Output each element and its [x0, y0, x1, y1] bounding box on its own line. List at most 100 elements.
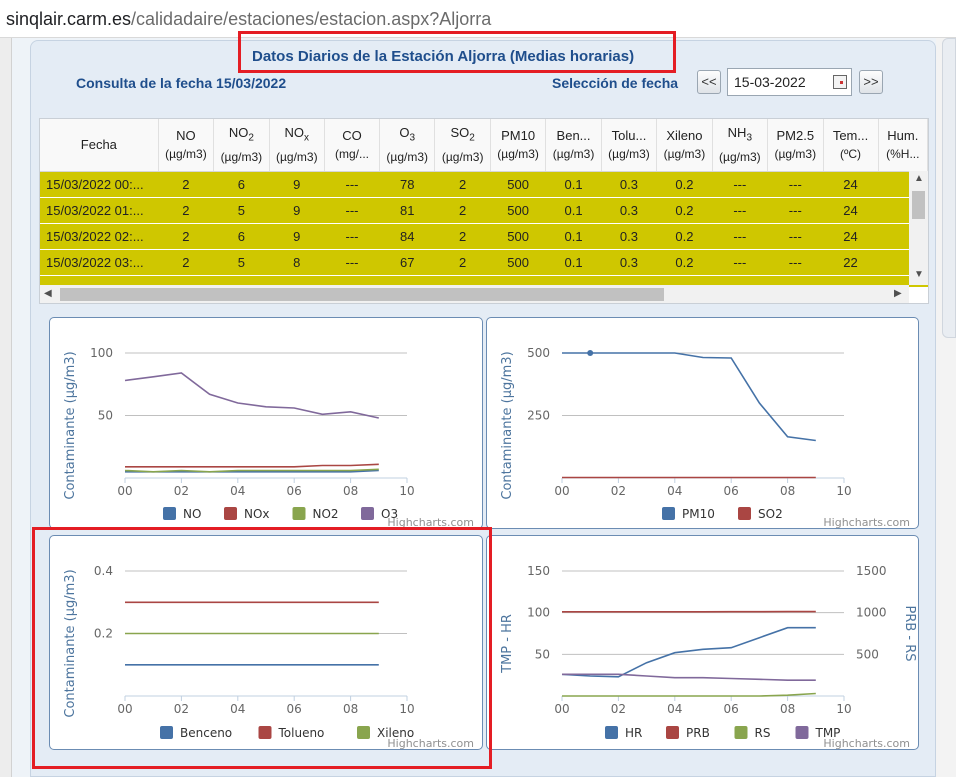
x-tick-label: 04: [230, 484, 245, 498]
x-tick-label: 08: [343, 484, 358, 498]
series-line-hr: [561, 626, 816, 678]
legend-swatch: [292, 507, 306, 520]
column-header[interactable]: NH3 (µg/m3): [712, 119, 769, 172]
date-input[interactable]: 15-03-2022: [727, 68, 852, 96]
table-cell: 24: [823, 197, 879, 224]
credits-link[interactable]: Highcharts.com: [823, 516, 910, 529]
vertical-scroll-thumb[interactable]: [912, 191, 925, 219]
column-header[interactable]: NO2 (µg/m3): [213, 119, 270, 172]
legend-item-so2[interactable]: SO2: [738, 507, 783, 521]
column-unit: (ºC): [840, 146, 862, 161]
x-tick-label: 08: [780, 702, 795, 716]
legend-item-no2[interactable]: NO2: [292, 507, 339, 521]
calendar-icon[interactable]: [833, 75, 847, 89]
chart-box-nitrogen-ozone: 50 100 00 02 04 06 08 10 Contaminante (µg/m3) NO N…: [49, 317, 483, 529]
column-header[interactable]: Fecha: [40, 119, 159, 172]
column-header[interactable]: Xileno (µg/m3): [656, 119, 713, 172]
column-header[interactable]: CO (mg/...: [324, 119, 380, 172]
y-axis-title: Contaminante (µg/m3): [500, 351, 515, 499]
column-header[interactable]: Ben... (µg/m3): [545, 119, 602, 172]
table-cell: 8: [269, 249, 325, 276]
column-unit: (µg/m3): [719, 149, 761, 164]
y-tick-label: 100: [90, 346, 113, 360]
data-table: Fecha NO (µg/m3) NO2 (µg/m3) NOx (µg/m3) CO (mg/…: [40, 119, 928, 288]
y-right-tick-label: 500: [856, 647, 879, 661]
date-selector-label: Selección de fecha: [552, 75, 679, 91]
table-horizontal-scrollbar[interactable]: ◀ ▶: [40, 285, 909, 303]
x-tick-label: 10: [399, 484, 414, 498]
y-right-tick-label: 1000: [856, 606, 887, 620]
column-unit: (µg/m3): [497, 146, 539, 161]
table-cell: 500: [490, 249, 546, 276]
column-header[interactable]: NO (µg/m3): [158, 119, 215, 172]
x-tick-label: 00: [117, 484, 132, 498]
column-header[interactable]: NOx (µg/m3): [269, 119, 326, 172]
table-cell: 0.2: [656, 223, 713, 250]
y-axis-title: TMP - HR: [500, 614, 515, 674]
table-row[interactable]: 15/03/2022 02:... 2 6 9 --- 84 2 500 0.1 0.3 0.2 --…: [40, 223, 928, 250]
legend-swatch: [734, 726, 748, 739]
table-cell: ---: [767, 223, 823, 250]
horizontal-scroll-thumb[interactable]: [60, 288, 664, 301]
column-unit: (µg/m3): [608, 146, 650, 161]
legend-item-hr[interactable]: HR: [605, 726, 642, 740]
legend-label: HR: [625, 726, 642, 740]
legend-item-prb[interactable]: PRB: [666, 726, 710, 740]
legend-label: NO: [183, 507, 201, 521]
table-row[interactable]: 15/03/2022 03:... 2 5 8 --- 67 2 500 0.1 0.3 0.2 --…: [40, 249, 928, 276]
table-cell: 2: [158, 197, 214, 224]
legend-item-pm10[interactable]: PM10: [662, 507, 715, 521]
x-tick-label: 04: [667, 702, 682, 716]
y-right-axis-title: PRB - RS: [902, 605, 917, 661]
x-tick-label: 08: [780, 484, 795, 498]
legend-item-nox[interactable]: NOx: [224, 507, 270, 521]
column-header[interactable]: PM2.5 (µg/m3): [767, 119, 824, 172]
table-cell: 2: [158, 223, 214, 250]
column-header[interactable]: Tolu... (µg/m3): [601, 119, 658, 172]
url-path: /calidadaire/estaciones/estacion.aspx?Al…: [131, 9, 492, 29]
table-row[interactable]: 15/03/2022 00:... 2 6 9 --- 78 2 500 0.1 0.3 0.2 --…: [40, 171, 928, 198]
series-line-o3: [124, 372, 379, 419]
legend-item-no[interactable]: NO: [163, 507, 201, 521]
legend-swatch: [662, 507, 675, 520]
legend-swatch: [666, 726, 679, 739]
prev-date-button[interactable]: <<: [697, 70, 721, 94]
legend-label: NOx: [244, 507, 270, 521]
x-tick-label: 06: [724, 484, 739, 498]
table-cell: 9: [269, 223, 325, 250]
table-cell: 2: [434, 249, 491, 276]
legend-swatch: [738, 507, 751, 520]
column-name: NH3: [727, 124, 753, 144]
series-line-pm10: [562, 352, 816, 442]
column-header[interactable]: Tem... (ºC): [823, 119, 879, 172]
credits-link[interactable]: Highcharts.com: [823, 737, 910, 750]
chart-box-meteo: 50 100 150 500 1000 1500 00 02 04 06 08 10 TMP - HR P…: [486, 535, 919, 750]
table-vertical-scrollbar[interactable]: ▲ ▼: [909, 171, 928, 285]
table-cell: 24: [823, 171, 879, 198]
x-tick-label: 10: [836, 484, 851, 498]
table-cell: 84: [379, 223, 435, 250]
column-unit: (µg/m3): [276, 149, 318, 164]
table-cell: ---: [767, 197, 823, 224]
y-tick-label: 50: [98, 409, 113, 423]
table-cell: 24: [823, 223, 879, 250]
hourly-data-table: Fecha NO (µg/m3) NO2 (µg/m3) NOx (µg/m3) CO (mg/…: [39, 118, 929, 304]
y-tick-label: 250: [527, 409, 550, 423]
next-date-button[interactable]: >>: [859, 70, 883, 94]
column-header[interactable]: PM10 (µg/m3): [490, 119, 547, 172]
legend-item-rs[interactable]: RS: [734, 726, 771, 740]
date-input-value: 15-03-2022: [734, 74, 806, 90]
x-tick-label: 06: [724, 702, 739, 716]
table-cell: ---: [712, 249, 768, 276]
table-cell: 15/03/2022 00:...: [40, 171, 159, 198]
column-header[interactable]: Hum. (%H...: [878, 119, 928, 172]
table-row[interactable]: 15/03/2022 01:... 2 5 9 --- 81 2 500 0.1 0.3 0.2 --…: [40, 197, 928, 224]
url-host: sinqlair.carm.es: [6, 9, 132, 29]
legend-swatch: [795, 726, 809, 739]
table-cell: 0.3: [601, 223, 657, 250]
column-header[interactable]: SO2 (µg/m3): [434, 119, 491, 172]
column-header[interactable]: O3 (µg/m3): [379, 119, 436, 172]
column-name: Tem...: [832, 127, 869, 143]
table-cell: ---: [324, 223, 380, 250]
y-axis-title: Contaminante (µg/m3): [63, 351, 78, 499]
